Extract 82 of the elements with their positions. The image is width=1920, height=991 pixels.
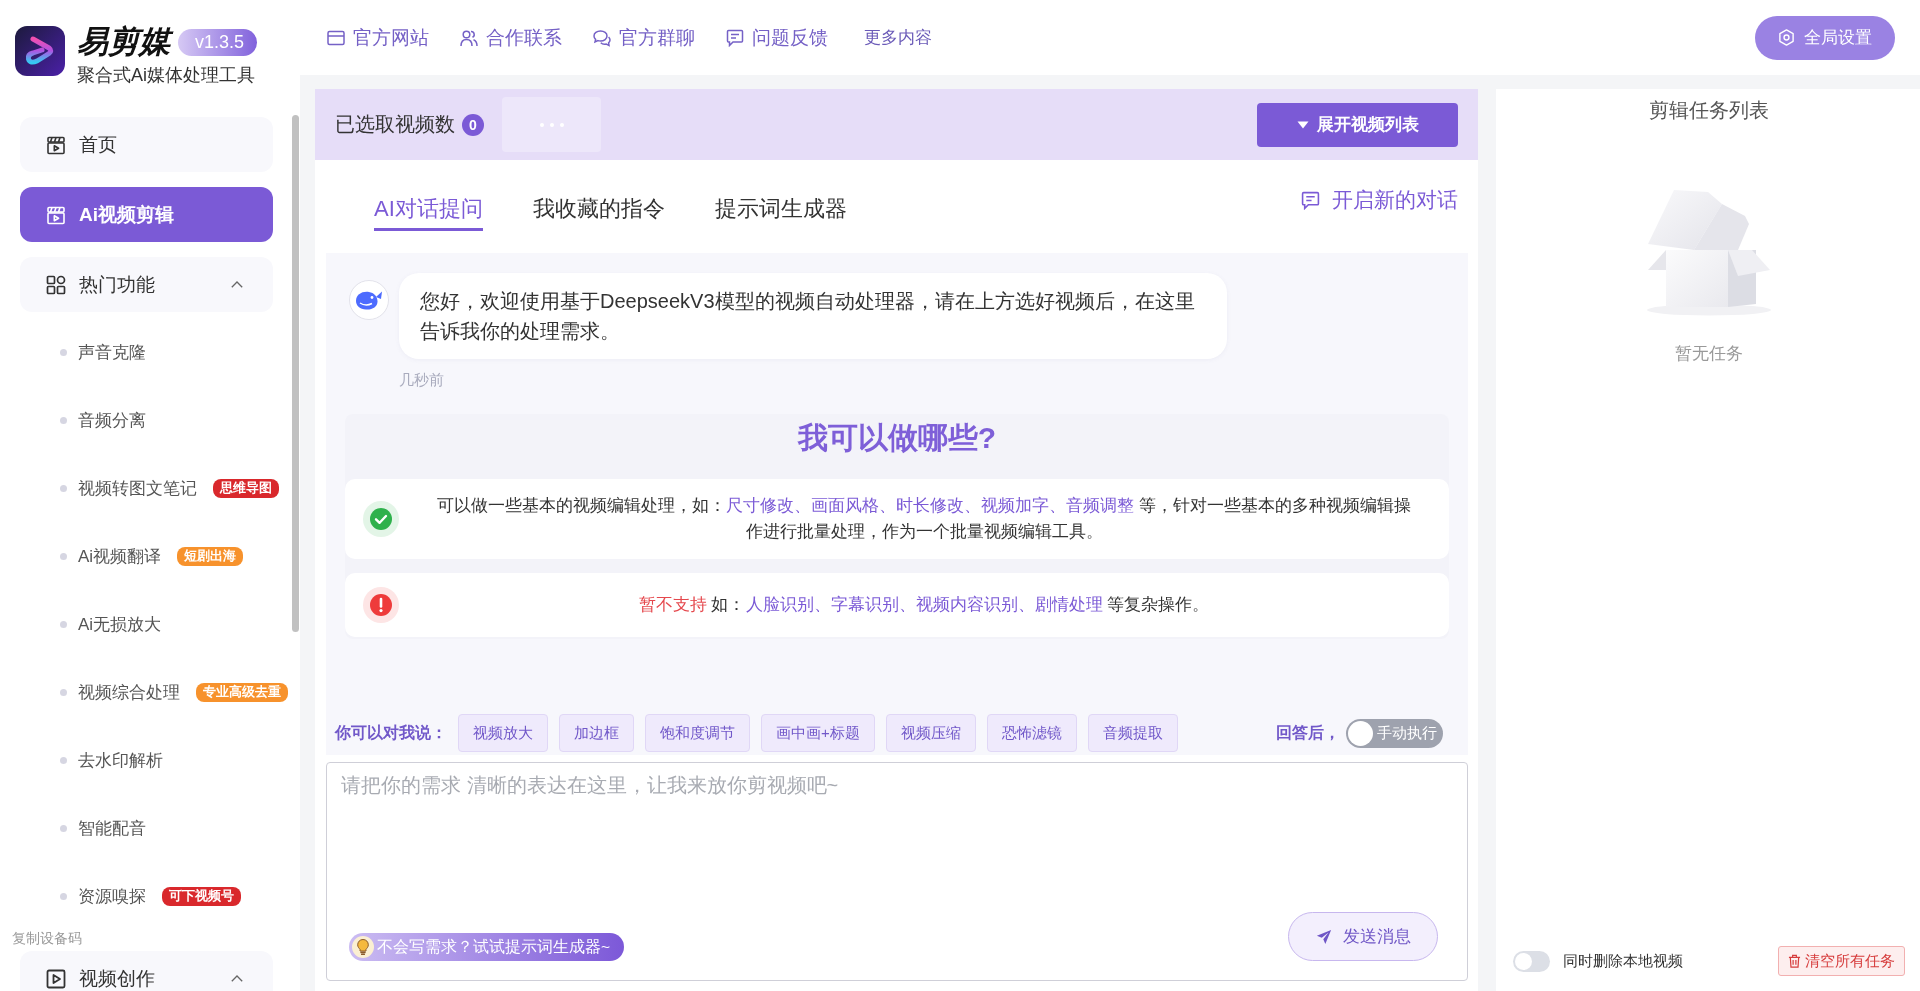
play-square-icon <box>46 968 66 989</box>
capability-text: 可以做一些基本的视频编辑处理，如：尺寸修改、画面风格、时长修改、视频加字、音频调整 等，针对一些基本的多种视频编辑操作进行批量处理，作为一个批量视频编辑工具。 <box>436 495 1412 543</box>
suggestion-chip[interactable]: 恐怖滤镜 <box>986 714 1077 752</box>
grid-icon <box>46 274 66 295</box>
dot-icon <box>60 552 67 560</box>
suggestion-chip[interactable]: 加边框 <box>559 714 634 752</box>
dot-icon <box>60 688 67 696</box>
sidebar-item[interactable]: 首页 <box>20 117 273 172</box>
sidebar-group[interactable]: 视频创作 <box>20 951 273 991</box>
version-tag: v1.3.5 <box>178 28 258 56</box>
top-link[interactable]: 官方群聊 <box>593 24 695 51</box>
clapperboard-icon <box>46 204 66 225</box>
suggestion-chip[interactable]: 音频提取 <box>1087 714 1178 752</box>
sidebar-subitem[interactable]: 视频综合处理 专业高级去重 <box>20 658 291 726</box>
suggestion-chip[interactable]: 饱和度调节 <box>645 714 750 752</box>
capability-text: 暂不支持 如：人脸识别、字幕识别、视频内容识别、剧情处理 等复杂操作。 <box>637 594 1211 616</box>
feedback-icon <box>726 28 744 47</box>
scrollbar[interactable] <box>292 115 299 632</box>
suggestion-chip[interactable]: 视频压缩 <box>885 714 976 752</box>
assistant-message: 您好，欢迎使用基于DeepseekV3模型的视频自动处理器，请在上方选好视频后，在这里告诉我你的处理需求。 <box>399 273 1227 359</box>
dot-icon <box>60 756 67 764</box>
copy-device-code-link[interactable]: 复制设备码 <box>12 930 82 946</box>
after-answer-label: 回答后， <box>1276 722 1340 743</box>
caret-down-icon <box>1296 120 1309 129</box>
sidebar-subitem[interactable]: 资源嗅探 可下视频号 <box>20 862 291 930</box>
feature-tag: 专业高级去重 <box>196 682 288 702</box>
sidebar-subitem[interactable]: 音频分离 <box>20 386 291 454</box>
clear-all-tasks-button[interactable]: 清空所有任务 <box>1778 946 1905 976</box>
tab[interactable]: 提示词生成器 <box>714 196 847 231</box>
top-link[interactable]: 合作联系 <box>460 24 562 51</box>
sidebar-subitem[interactable]: Ai无损放大 <box>20 590 291 658</box>
suggestion-chip[interactable]: 画中画+标题 <box>761 714 875 752</box>
dot-icon <box>60 620 67 628</box>
dot-icon <box>60 824 67 832</box>
sidebar-subitem[interactable]: 智能配音 <box>20 794 291 862</box>
sidebar-subitem[interactable]: Ai视频翻译 短剧出海 <box>20 522 291 590</box>
chat-icon <box>593 28 611 47</box>
check-icon <box>363 501 399 537</box>
send-icon <box>1315 928 1332 945</box>
dot-icon <box>60 484 67 492</box>
dot-icon <box>60 892 67 900</box>
tab[interactable]: 我收藏的指令 <box>532 196 665 231</box>
trash-icon <box>1788 954 1801 968</box>
people-icon <box>460 28 478 47</box>
delete-local-label: 同时删除本地视频 <box>1563 951 1683 971</box>
new-chat-link[interactable]: 开启新的对话 <box>1301 187 1458 213</box>
selected-videos-label: 已选取视频数 <box>335 112 455 137</box>
sidebar-item[interactable]: Ai视频剪辑 <box>20 187 273 242</box>
app-tagline: 聚合式Ai媒体处理工具 <box>77 64 255 86</box>
task-list-title: 剪辑任务列表 <box>1649 99 1769 121</box>
dot-icon <box>60 416 67 424</box>
suggestions-label: 你可以对我说： <box>335 722 447 743</box>
top-link[interactable]: 问题反馈 <box>726 24 828 51</box>
empty-state-text: 暂无任务 <box>1675 344 1743 364</box>
dots-icon <box>539 122 564 127</box>
dot-icon <box>60 348 67 356</box>
sidebar-subitem[interactable]: 声音克隆 <box>20 318 291 386</box>
logo-icon <box>15 26 65 76</box>
clapperboard-icon <box>46 134 66 155</box>
settings-icon <box>1778 29 1795 46</box>
suggestion-chip[interactable]: 视频放大 <box>458 714 548 752</box>
expand-video-list-button[interactable]: 展开视频列表 <box>1257 102 1458 147</box>
selected-count: 0 <box>462 113 484 136</box>
feature-tag: 思维导图 <box>213 478 279 498</box>
top-link[interactable]: 官方网站 <box>327 24 429 51</box>
feature-tag: 可下视频号 <box>162 886 241 906</box>
feature-tag: 短剧出海 <box>177 546 244 566</box>
capabilities-title: 我可以做哪些? <box>797 420 997 456</box>
whale-avatar-icon <box>349 280 389 320</box>
delete-local-switch[interactable] <box>1513 950 1550 972</box>
global-settings-button[interactable]: 全局设置 <box>1755 15 1895 60</box>
top-link[interactable]: 更多内容 <box>864 26 932 49</box>
sidebar-subitem[interactable]: 视频转图文笔记 思维导图 <box>20 454 291 522</box>
lightbulb-icon <box>352 936 374 958</box>
message-icon <box>1301 190 1320 210</box>
tab[interactable]: AI对话提问 <box>374 196 483 231</box>
alert-icon <box>363 587 399 623</box>
sidebar-subitem[interactable]: 去水印解析 <box>20 726 291 794</box>
browser-icon <box>327 28 345 47</box>
send-message-button[interactable]: 发送消息 <box>1288 912 1438 961</box>
sidebar-group[interactable]: 热门功能 <box>20 257 273 312</box>
message-time: 几秒前 <box>399 371 444 389</box>
